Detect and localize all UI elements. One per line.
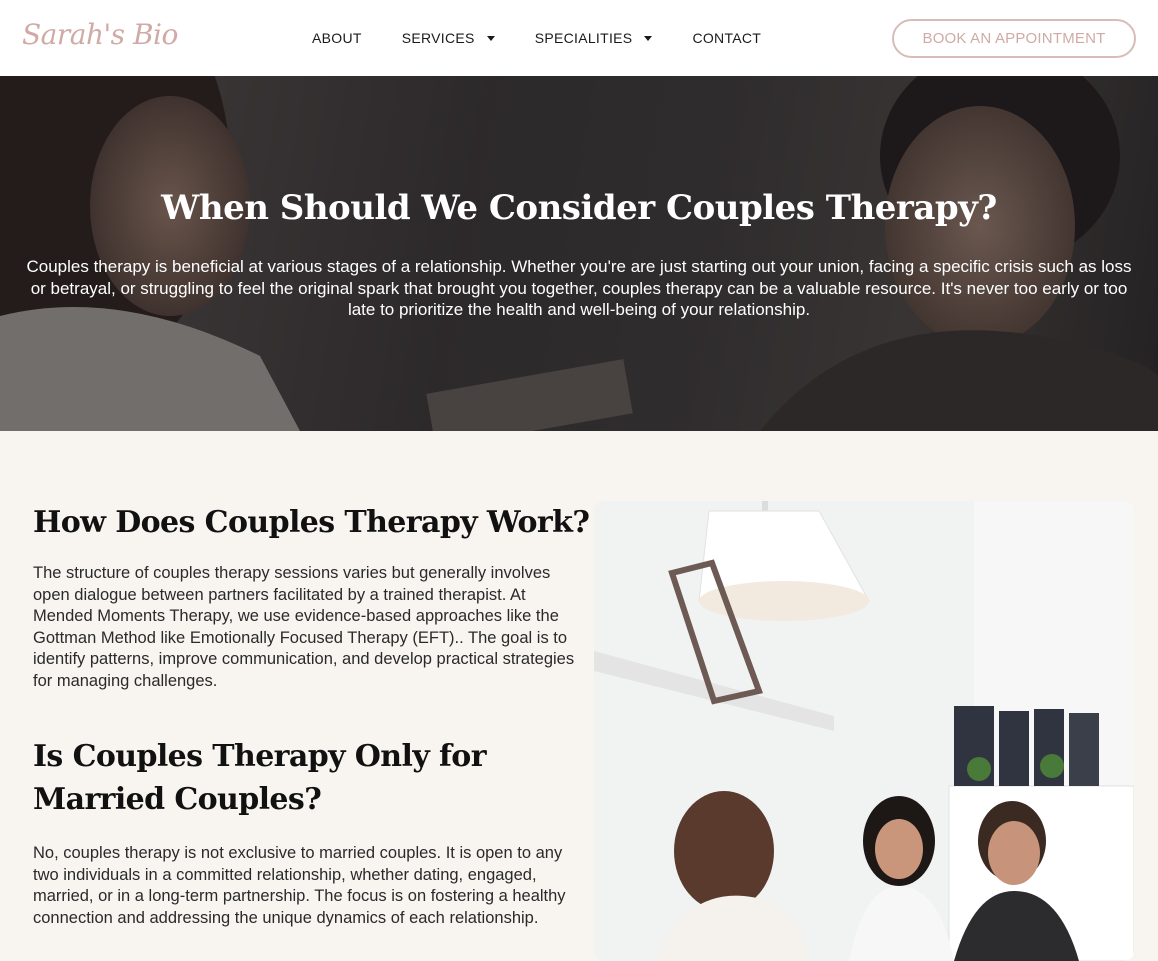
faq-section: How Does Couples Therapy Work? The struc…: [0, 431, 1158, 961]
nav-item-label: ABOUT: [312, 30, 362, 46]
nav-item-label: SPECIALITIES: [534, 30, 633, 46]
section-heading: How Does Couples Therapy Work?: [33, 505, 590, 540]
nav-item-label: SERVICES: [401, 30, 475, 46]
caret-down-icon: [644, 35, 653, 41]
nav-item-label: CONTACT: [692, 30, 762, 46]
site-logo[interactable]: Sarah's Bio: [22, 18, 178, 51]
therapy-session-photo: [594, 501, 1134, 961]
nav-item-services[interactable]: SERVICES: [402, 30, 495, 46]
caret-down-icon: [486, 35, 495, 41]
book-appointment-button[interactable]: BOOK AN APPOINTMENT: [892, 19, 1136, 58]
hero-text: Couples therapy is beneficial at various…: [26, 257, 1132, 319]
nav-item-contact[interactable]: CONTACT: [692, 30, 761, 46]
hero-overlay: [0, 76, 1158, 431]
nav-item-about[interactable]: ABOUT: [312, 30, 362, 46]
therapy-session-illustration: [594, 501, 1134, 961]
section-body: No, couples therapy is not exclusive to …: [33, 844, 566, 927]
hero-title: When Should We Consider Couples Therapy?: [161, 188, 997, 228]
section-heading: Is Couples Therapy Only for Married Coup…: [33, 739, 487, 817]
hero-section: When Should We Consider Couples Therapy?…: [0, 76, 1158, 431]
main-nav: ABOUT SERVICES SPECIALITIES CONTACT: [312, 0, 761, 76]
nav-item-specialities[interactable]: SPECIALITIES: [535, 30, 653, 46]
section-body: The structure of couples therapy session…: [33, 564, 575, 690]
site-header: Sarah's Bio ABOUT SERVICES SPECIALITIES …: [0, 0, 1158, 76]
